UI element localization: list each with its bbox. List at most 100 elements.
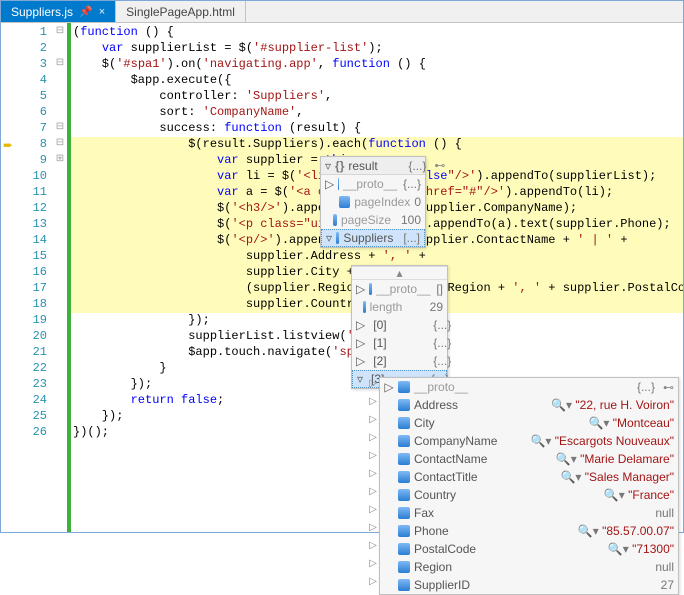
debug-property-row[interactable]: ContactTitle🔍▾ "Sales Manager" bbox=[380, 468, 678, 486]
expand-icon[interactable]: ▿ bbox=[357, 372, 363, 386]
debug-property-row[interactable]: Phone🔍▾ "85.57.00.07" bbox=[380, 522, 678, 540]
field-icon bbox=[398, 543, 410, 555]
expand-icon[interactable]: ▷ bbox=[366, 378, 380, 396]
expand-icon[interactable]: ▷ bbox=[356, 336, 365, 350]
debug-property-row[interactable]: ▷[2]{...} bbox=[352, 352, 447, 370]
debug-property-row[interactable]: ▷__proto__{...}⊷ bbox=[380, 378, 678, 396]
pin-icon[interactable]: ⊷ bbox=[663, 381, 674, 394]
debug-property-row[interactable]: ▷__proto__[] bbox=[352, 280, 447, 298]
fold-toggle[interactable] bbox=[53, 41, 67, 57]
tab-suppliers-js[interactable]: Suppliers.js 📌 × bbox=[1, 1, 116, 22]
close-icon[interactable]: × bbox=[99, 6, 105, 18]
pin-icon[interactable]: 📌 bbox=[79, 5, 93, 18]
fold-toggle[interactable] bbox=[53, 313, 67, 329]
code-line[interactable]: $(result.Suppliers).each(function () { bbox=[71, 137, 683, 153]
property-name: Address bbox=[414, 398, 470, 412]
code-line[interactable]: sort: 'CompanyName', bbox=[71, 105, 683, 121]
code-editor[interactable]: ➨ 12345678910111213141516171819202122232… bbox=[1, 23, 683, 532]
expand-icon[interactable]: ▿ bbox=[325, 159, 331, 173]
expand-icon[interactable]: ▷ bbox=[366, 414, 380, 432]
expand-icon[interactable]: ▷ bbox=[366, 522, 380, 540]
fold-toggle[interactable] bbox=[53, 345, 67, 361]
fold-toggle[interactable] bbox=[53, 89, 67, 105]
fold-toggle[interactable] bbox=[53, 281, 67, 297]
property-name: City bbox=[414, 416, 470, 430]
fold-column: ⊟⊟⊟⊟⊞ bbox=[53, 23, 67, 532]
fold-toggle[interactable] bbox=[53, 249, 67, 265]
fold-toggle[interactable] bbox=[53, 297, 67, 313]
fold-toggle[interactable]: ⊟ bbox=[53, 25, 67, 41]
debug-property-row[interactable]: ▷[1]{...} bbox=[352, 334, 447, 352]
fold-toggle[interactable] bbox=[53, 169, 67, 185]
expand-icon[interactable]: ▷ bbox=[366, 576, 380, 594]
debug-property-row[interactable]: ContactName🔍▾ "Marie Delamare" bbox=[380, 450, 678, 468]
debug-property-row[interactable]: Address🔍▾ "22, rue H. Voiron" bbox=[380, 396, 678, 414]
pin-icon[interactable]: ⊷ bbox=[434, 159, 445, 172]
fold-toggle[interactable] bbox=[53, 105, 67, 121]
debug-property-row[interactable]: CompanyName🔍▾ "Escargots Nouveaux" bbox=[380, 432, 678, 450]
code-line[interactable]: supplier.Address + ', ' + bbox=[71, 249, 683, 265]
debug-property-row[interactable]: pageIndex0 bbox=[321, 193, 425, 211]
debug-property-row[interactable]: Country🔍▾ "France" bbox=[380, 486, 678, 504]
field-icon bbox=[398, 525, 410, 537]
expand-icon[interactable]: ▷ bbox=[366, 486, 380, 504]
expand-icon[interactable]: ▷ bbox=[356, 354, 365, 368]
fold-toggle[interactable]: ⊟ bbox=[53, 57, 67, 73]
fold-toggle[interactable] bbox=[53, 425, 67, 441]
debug-property-row[interactable]: ▷__proto__{...} bbox=[321, 175, 425, 193]
fold-toggle[interactable]: ⊞ bbox=[53, 153, 67, 169]
fold-toggle[interactable]: ⊟ bbox=[53, 121, 67, 137]
tab-singlepageapp-html[interactable]: SinglePageApp.html bbox=[116, 1, 246, 22]
field-icon bbox=[369, 283, 372, 295]
fold-toggle[interactable] bbox=[53, 233, 67, 249]
debug-tooltip-item[interactable]: ▷▷▷▷▷▷▷▷▷▷▷▷ ▷__proto__{...}⊷Address🔍▾ "… bbox=[379, 377, 679, 595]
property-name: Phone bbox=[414, 524, 470, 538]
property-name: Fax bbox=[414, 506, 470, 520]
debug-tooltip-suppliers[interactable]: ▴ ▷__proto__[]length29▷[0]{...}▷[1]{...}… bbox=[351, 265, 448, 389]
debug-property-row[interactable]: ▿Suppliers[...] bbox=[321, 229, 425, 247]
object-icon: {} bbox=[335, 160, 344, 172]
debug-property-row[interactable]: Faxnull bbox=[380, 504, 678, 522]
fold-toggle[interactable] bbox=[53, 217, 67, 233]
expand-icon[interactable]: ▷ bbox=[366, 558, 380, 576]
debug-property-row[interactable]: Regionnull bbox=[380, 558, 678, 576]
fold-toggle[interactable] bbox=[53, 393, 67, 409]
expand-icon[interactable]: ▷ bbox=[366, 450, 380, 468]
debug-property-row[interactable]: SupplierID27 bbox=[380, 576, 678, 594]
code-line[interactable]: $app.execute({ bbox=[71, 73, 683, 89]
fold-toggle[interactable] bbox=[53, 361, 67, 377]
expand-icon[interactable]: ▷ bbox=[366, 504, 380, 522]
debug-property-row[interactable]: PostalCode🔍▾ "71300" bbox=[380, 540, 678, 558]
property-value: [] bbox=[436, 282, 443, 296]
property-name: Suppliers bbox=[343, 231, 399, 245]
code-line[interactable]: controller: 'Suppliers', bbox=[71, 89, 683, 105]
debug-property-row[interactable]: ▷[0]{...} bbox=[352, 316, 447, 334]
fold-toggle[interactable] bbox=[53, 265, 67, 281]
fold-toggle[interactable] bbox=[53, 409, 67, 425]
expand-icon[interactable]: ▷ bbox=[366, 540, 380, 558]
expand-icon[interactable]: ▷ bbox=[325, 177, 334, 191]
debug-property-row[interactable]: City🔍▾ "Montceau" bbox=[380, 414, 678, 432]
scroll-up-icon[interactable]: ▴ bbox=[352, 266, 447, 280]
code-line[interactable]: success: function (result) { bbox=[71, 121, 683, 137]
fold-toggle[interactable] bbox=[53, 377, 67, 393]
fold-toggle[interactable] bbox=[53, 73, 67, 89]
fold-toggle[interactable]: ⊟ bbox=[53, 137, 67, 153]
code-line[interactable]: var supplierList = $('#supplier-list'); bbox=[71, 41, 683, 57]
debug-tooltip-result[interactable]: ▿ {} result {...} ⊷ ▷__proto__{...}pageI… bbox=[320, 156, 426, 248]
fold-toggle[interactable] bbox=[53, 329, 67, 345]
field-icon bbox=[339, 196, 351, 208]
expand-icon[interactable]: ▷ bbox=[384, 380, 394, 394]
expand-icon[interactable]: ▷ bbox=[356, 318, 365, 332]
debug-property-row[interactable]: pageSize100 bbox=[321, 211, 425, 229]
expand-icon[interactable]: ▿ bbox=[326, 231, 332, 245]
debug-property-row[interactable]: length29 bbox=[352, 298, 447, 316]
expand-icon[interactable]: ▷ bbox=[356, 282, 365, 296]
expand-icon[interactable]: ▷ bbox=[366, 396, 380, 414]
expand-icon[interactable]: ▷ bbox=[366, 468, 380, 486]
expand-icon[interactable]: ▷ bbox=[366, 432, 380, 450]
fold-toggle[interactable] bbox=[53, 185, 67, 201]
code-line[interactable]: (function () { bbox=[71, 25, 683, 41]
fold-toggle[interactable] bbox=[53, 201, 67, 217]
code-line[interactable]: $('#spa1').on('navigating.app', function… bbox=[71, 57, 683, 73]
